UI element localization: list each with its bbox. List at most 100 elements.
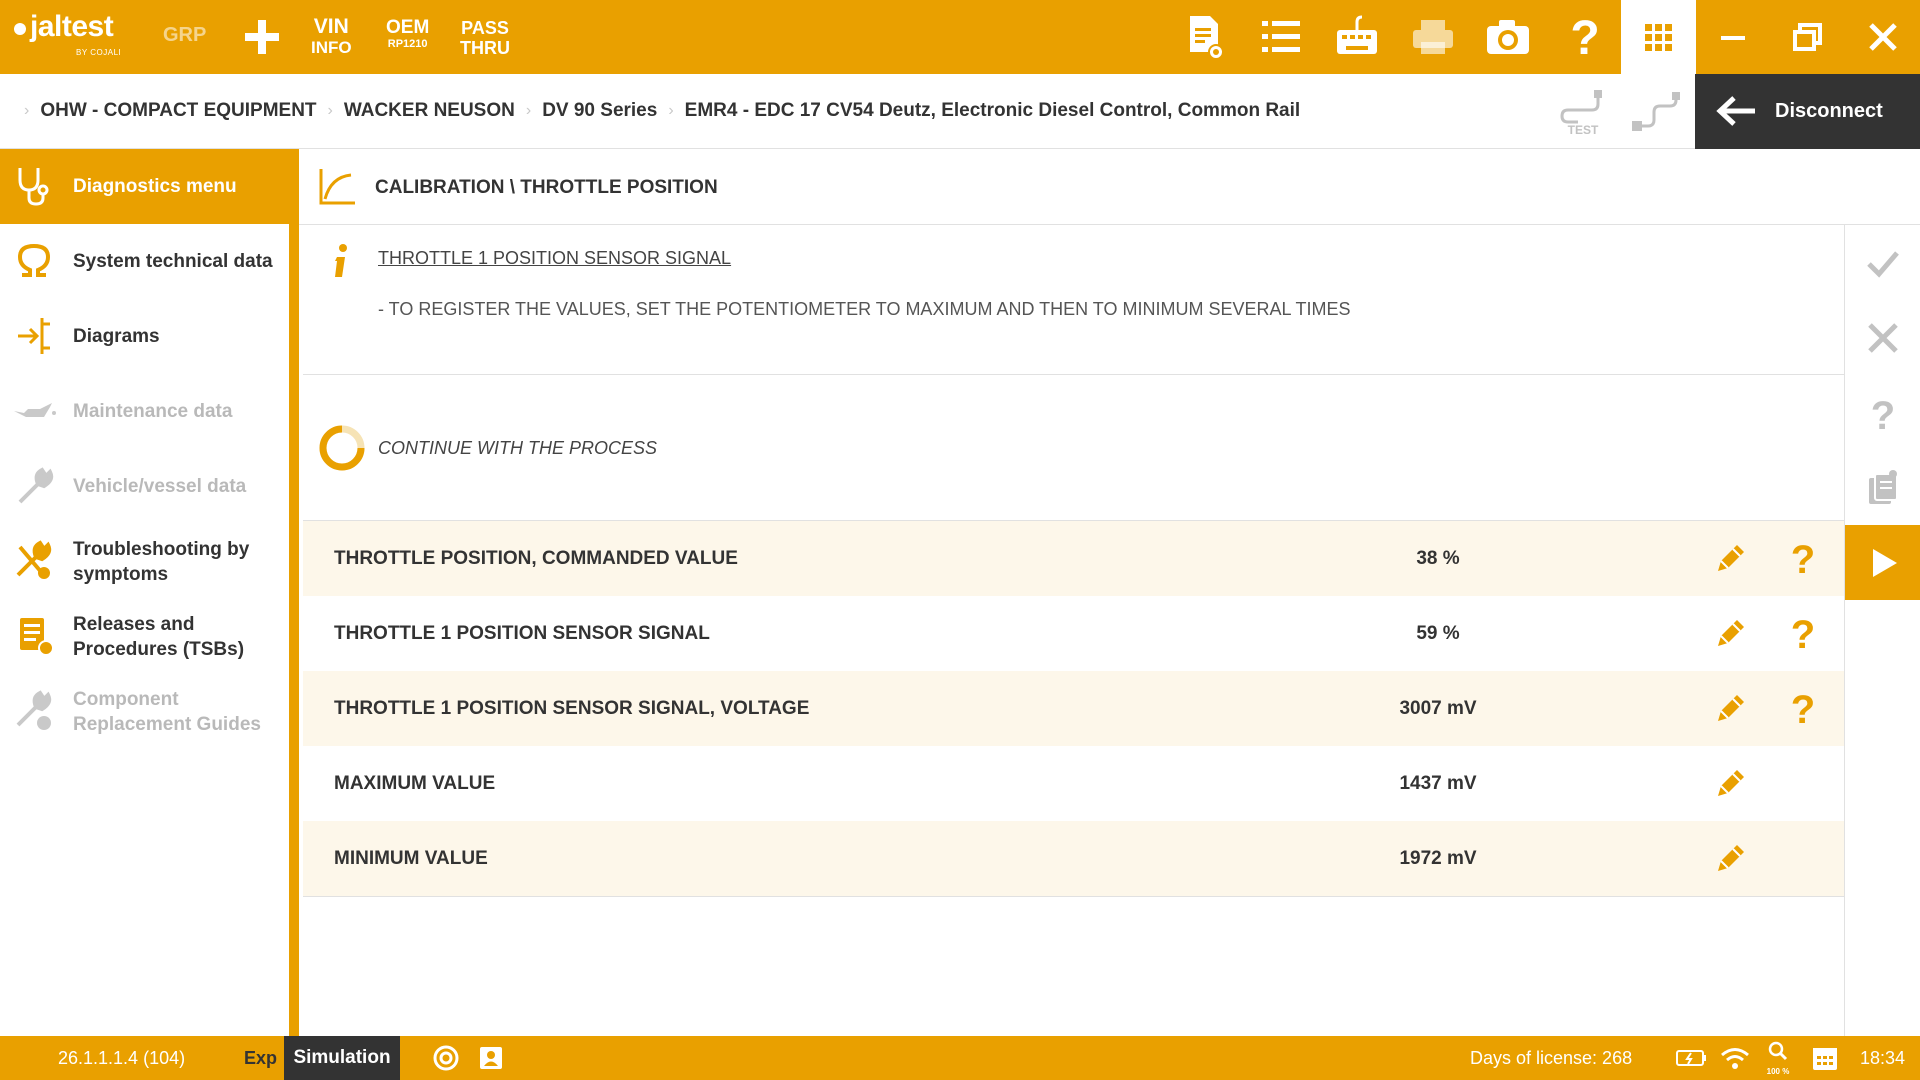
parameter-value: 3007 mV: [1399, 698, 1477, 719]
test-connection-button[interactable]: TEST: [1558, 88, 1608, 137]
instruction-title: THROTTLE 1 POSITION SENSOR SIGNAL: [378, 248, 732, 268]
sidebar-item-system-technical-data[interactable]: System technical data: [0, 224, 289, 299]
parameter-value: 59 %: [1416, 623, 1460, 644]
pencil-icon[interactable]: [1712, 689, 1750, 727]
cable-connection-button[interactable]: [1632, 92, 1684, 132]
calibration-chart-icon: [319, 169, 355, 205]
parameter-value: 38 %: [1416, 548, 1460, 569]
sidebar-item-component-replacement[interactable]: Component Replacement Guides: [0, 674, 289, 749]
disconnect-button[interactable]: Disconnect: [1695, 74, 1920, 149]
table-row: THROTTLE 1 POSITION SENSOR SIGNAL, VOLTA…: [303, 671, 1844, 746]
minimize-icon[interactable]: [1708, 12, 1758, 62]
close-icon[interactable]: [1858, 12, 1908, 62]
table-row: MINIMUM VALUE 1972 mV: [303, 821, 1844, 896]
cancel-icon: [1868, 323, 1898, 353]
sidebar-item-diagnostics-menu[interactable]: Diagnostics menu: [0, 149, 289, 224]
process-status: CONTINUE WITH THE PROCESS: [303, 375, 1844, 521]
pass-thru-button[interactable]: PASS THRU: [460, 18, 510, 58]
clock-time: 18:34: [1860, 1048, 1906, 1068]
exp-label: Exp: [244, 1048, 278, 1068]
printer-icon[interactable]: [1408, 12, 1458, 62]
table-row: THROTTLE POSITION, COMMANDED VALUE 38 % …: [303, 521, 1844, 596]
help-icon[interactable]: ?: [1560, 12, 1610, 62]
next-step-button[interactable]: [1845, 525, 1920, 600]
grp-button[interactable]: GRP: [163, 25, 206, 45]
cable-test-icon: TEST: [1560, 90, 1602, 137]
info-icon: [335, 244, 347, 277]
tools-icon: [16, 540, 52, 579]
breadcrumb-item-system[interactable]: EMR4 - EDC 17 CV54 Deutz, Electronic Die…: [685, 100, 1301, 122]
instruction-text: - TO REGISTER THE VALUES, SET THE POTENT…: [378, 299, 1351, 319]
chevron-right-icon: ›: [327, 102, 333, 119]
oil-can-icon: [14, 403, 56, 417]
wifi-icon: [1721, 1048, 1749, 1069]
chevron-right-icon: ›: [525, 102, 532, 119]
sidebar-item-label: Component Replacement Guides: [73, 688, 261, 735]
svg-text:?: ?: [1791, 538, 1815, 579]
sidebar-item-diagrams[interactable]: Diagrams: [0, 299, 289, 374]
clipboard-button[interactable]: [1845, 450, 1920, 525]
sidebar-item-label: System technical data: [73, 251, 273, 272]
disconnect-label: Disconnect: [1775, 100, 1883, 122]
question-button[interactable]: ?: [1845, 375, 1920, 450]
list-icon[interactable]: [1256, 12, 1306, 62]
user-profile-icon[interactable]: [477, 1044, 505, 1072]
breadcrumb-item-model[interactable]: DV 90 Series: [542, 100, 657, 122]
keyboard-icon[interactable]: [1332, 12, 1382, 62]
parameter-name: MINIMUM VALUE: [334, 848, 488, 869]
battery-charging-icon: [1676, 1050, 1706, 1066]
parameter-name: THROTTLE 1 POSITION SENSOR SIGNAL, VOLTA…: [334, 698, 810, 719]
apps-grid-icon: [1645, 24, 1672, 51]
calendar-icon[interactable]: [1810, 1044, 1840, 1072]
stethoscope-icon: [18, 168, 49, 206]
oem-rp1210-button[interactable]: OEM RP1210: [386, 18, 429, 51]
process-status-label: CONTINUE WITH THE PROCESS: [378, 438, 658, 458]
plus-icon[interactable]: [241, 16, 283, 58]
sidebar-item-label: Maintenance data: [73, 401, 233, 422]
parameter-value: 1972 mV: [1399, 848, 1477, 869]
chevron-right-icon: ›: [24, 102, 30, 119]
cancel-button[interactable]: [1845, 300, 1920, 375]
table-row: MAXIMUM VALUE 1437 mV: [303, 746, 1844, 821]
top-toolbar: jaltest BY COJALI GRP VIN INFO OEM RP121…: [0, 0, 1920, 74]
accept-button[interactable]: [1845, 225, 1920, 300]
help-icon[interactable]: ?: [1788, 612, 1818, 654]
breadcrumb-item-category[interactable]: OHW - COMPACT EQUIPMENT: [40, 100, 316, 122]
breadcrumb: › OHW - COMPACT EQUIPMENT › WACKER NEUSO…: [24, 100, 1300, 122]
sidebar-item-releases-tsbs[interactable]: Releases and Procedures (TSBs): [0, 599, 289, 674]
zoom-value: 100 %: [1766, 1067, 1790, 1076]
restore-icon[interactable]: [1783, 12, 1833, 62]
parameter-name: MAXIMUM VALUE: [334, 773, 496, 794]
pencil-icon[interactable]: [1712, 539, 1750, 577]
help-icon[interactable]: ?: [1788, 687, 1818, 729]
sidebar-item-label: Diagnostics menu: [73, 176, 237, 197]
breadcrumb-item-brand[interactable]: WACKER NEUSON: [344, 100, 515, 122]
page-title: CALIBRATION \ THROTTLE POSITION: [375, 177, 718, 198]
sidebar-item-vehicle-data[interactable]: Vehicle/vessel data: [0, 449, 289, 524]
parameter-value: 1437 mV: [1399, 773, 1477, 794]
diagram-icon: [18, 318, 50, 354]
chevron-right-icon: ›: [668, 102, 674, 119]
replace-tools-icon: [16, 690, 52, 730]
action-rail: ?: [1844, 225, 1920, 1036]
play-icon: [1873, 549, 1897, 577]
zoom-level[interactable]: 100 %: [1762, 1040, 1794, 1076]
svg-text:?: ?: [1570, 12, 1599, 62]
sidebar-item-troubleshooting[interactable]: Troubleshooting by symptoms: [0, 524, 289, 599]
apps-grid-button[interactable]: [1621, 0, 1696, 74]
pencil-icon[interactable]: [1712, 764, 1750, 802]
instruction-panel: THROTTLE 1 POSITION SENSOR SIGNAL - TO R…: [303, 225, 1844, 375]
document-view-icon[interactable]: [1180, 12, 1230, 62]
status-bar: 26.1.1.1.4 (104) Exp Simulation Days of …: [0, 1036, 1920, 1080]
sidebar-item-maintenance-data[interactable]: Maintenance data: [0, 374, 289, 449]
pencil-icon[interactable]: [1712, 614, 1750, 652]
license-days: Days of license: 268: [1470, 1048, 1633, 1068]
sidebar: Diagnostics menu System technical data D…: [0, 149, 299, 1080]
bulletin-icon: [20, 618, 54, 656]
svg-text:?: ?: [1871, 394, 1895, 433]
support-lifebuoy-icon[interactable]: [432, 1044, 460, 1072]
help-icon[interactable]: ?: [1788, 537, 1818, 579]
pencil-icon[interactable]: [1712, 839, 1750, 877]
vin-info-button[interactable]: VIN INFO: [311, 16, 352, 58]
camera-icon[interactable]: [1483, 12, 1533, 62]
